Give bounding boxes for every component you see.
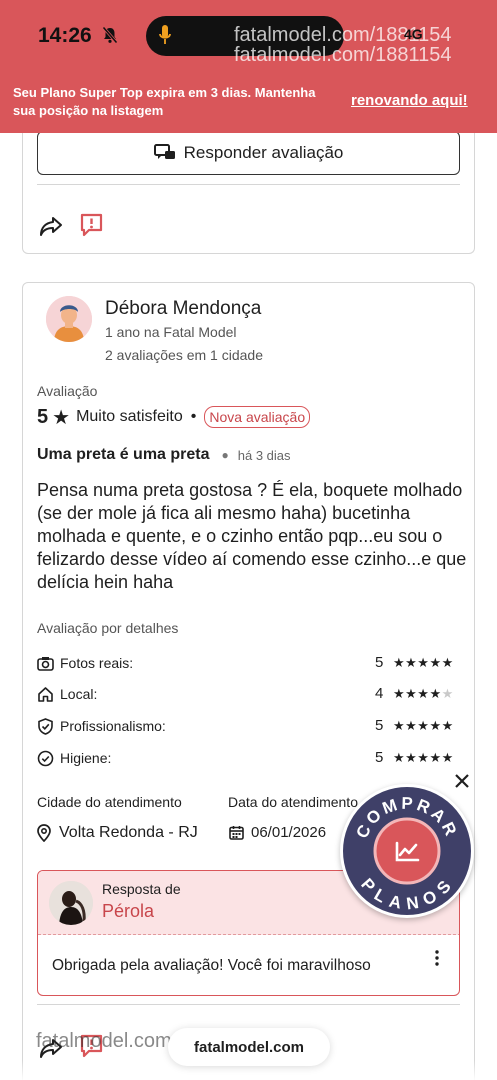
detail-label: Fotos reais: (60, 655, 134, 671)
review-page: 14:26 fatalmodel.com/1881154 fatalmodel.… (0, 0, 497, 1080)
divider (37, 1004, 460, 1005)
watermark-top-shadow: fatalmodel.com/1881154 (234, 44, 452, 66)
details-label: Avaliação por detalhes (37, 620, 179, 636)
shield-check-icon (38, 718, 53, 735)
new-review-badge: Nova avaliação (204, 406, 311, 428)
rating-value: 5 (37, 405, 49, 428)
detail-score: 5 (375, 749, 384, 766)
overall-rating: 5 ★ Muito satisfeito • Nova avaliação (37, 404, 311, 430)
calendar-icon (229, 826, 244, 840)
author-name[interactable]: Débora Mendonça (105, 298, 261, 320)
chat-reply-icon (153, 144, 175, 159)
bell-muted-icon (102, 26, 118, 44)
share-icon[interactable] (39, 215, 63, 237)
response-author[interactable]: Pérola (102, 901, 154, 922)
city-label: Cidade do atendimento (37, 794, 182, 810)
city-value-row: Volta Redonda - RJ (37, 824, 198, 842)
detail-stars: ★★★★★ (393, 655, 454, 670)
review-title-row: Uma preta é uma preta ● há 3 dias (37, 446, 291, 464)
rating-text: Muito satisfeito (76, 408, 183, 425)
detail-score: 5 (375, 654, 384, 671)
detail-score: 4 (375, 685, 384, 702)
status-time: 14:26 (38, 24, 92, 47)
more-options-icon[interactable] (434, 949, 440, 967)
home-icon (38, 687, 53, 702)
detail-label: Profissionalismo: (60, 718, 166, 734)
date-value-row: 06/01/2026 (229, 824, 326, 841)
reviews-summary: 2 avaliações em 1 cidade (105, 347, 263, 363)
renew-link[interactable]: renovando aqui! (351, 92, 468, 109)
circle-check-icon (37, 750, 54, 767)
city-value: Volta Redonda - RJ (59, 824, 198, 841)
review-time-ago: há 3 dias (237, 447, 291, 463)
detail-row-fotos: Fotos reais: 5 ★★★★★ (37, 654, 461, 674)
date-value: 06/01/2026 (251, 824, 327, 841)
separator-dot: • (190, 408, 197, 425)
banner-message: Seu Plano Super Top expira em 3 dias. Ma… (13, 85, 316, 118)
detail-row-higiene: Higiene: 5 ★★★★★ (37, 749, 461, 769)
detail-row-local: Local: 4 ★★★★★ (37, 685, 461, 705)
detail-stars: ★★★★★ (393, 718, 454, 733)
response-text: Obrigada pela avaliação! Você foi maravi… (52, 957, 371, 974)
review-title: Uma preta é uma preta (37, 446, 210, 463)
person-photo-icon (49, 881, 93, 925)
browser-url-bar[interactable]: fatalmodel.com (168, 1028, 330, 1066)
network-indicator: 4G (404, 26, 423, 42)
detail-stars: ★★★★★ (393, 750, 454, 765)
response-label: Resposta de (102, 881, 181, 897)
member-since: 1 ano na Fatal Model (105, 324, 237, 340)
buy-plans-badge: COMPRAR PLANOS (352, 794, 458, 914)
microphone-icon (159, 25, 171, 44)
reply-review-label: Responder avaliação (183, 143, 344, 162)
url-text: fatalmodel.com (193, 1038, 305, 1056)
reply-review-button[interactable]: Responder avaliação (37, 131, 460, 175)
rating-label: Avaliação (37, 383, 98, 399)
camera-check-icon (37, 657, 54, 671)
buy-plans-button[interactable]: COMPRAR PLANOS (340, 784, 474, 918)
detail-row-profissionalismo: Profissionalismo: 5 ★★★★★ (37, 717, 461, 737)
detail-score: 5 (375, 717, 384, 734)
renewal-banner: 14:26 fatalmodel.com/1881154 fatalmodel.… (0, 0, 497, 133)
person-avatar-icon (46, 296, 92, 342)
separator-dot: ● (221, 448, 229, 462)
star-icon: ★ (52, 406, 71, 429)
divider (37, 184, 460, 185)
detail-label: Local: (60, 686, 98, 702)
detail-label: Higiene: (60, 750, 112, 766)
location-pin-icon (37, 824, 51, 842)
avatar (46, 296, 92, 342)
responder-avatar (49, 881, 93, 925)
close-icon[interactable] (452, 771, 472, 791)
review-body: Pensa numa preta gostosa ? É ela, boquet… (37, 480, 467, 592)
report-icon[interactable] (79, 213, 104, 238)
detail-stars: ★★★★★ (393, 686, 454, 701)
